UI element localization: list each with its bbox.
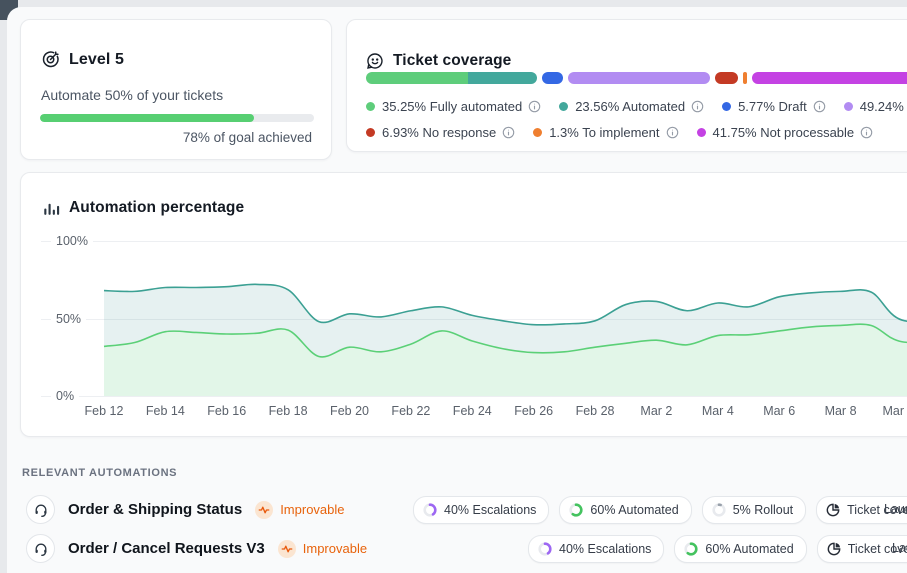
legend-label: 49.24% Escalated [859,99,907,114]
info-icon[interactable] [691,100,704,113]
legend-item: 35.25% Fully automated [366,99,541,114]
legend-label: 6.93% No response [382,125,497,140]
legend-dot [533,128,543,137]
automation-chart-card: Automation percentage 100% 50% 0% Feb 12 Feb… [20,172,907,437]
info-icon[interactable] [860,126,873,139]
legend-item: 5.77% Draft [722,99,826,114]
automation-chart-plot[interactable]: 100% 50% 0% Feb 12 Feb 14 Feb 16 Feb 18 Feb 20 F… [21,173,907,436]
metric-pill-60-automated[interactable]: 60% Automated [559,496,692,524]
improvable-label: Improvable [280,502,345,517]
legend-label: 23.56% Automated [575,99,686,114]
info-icon[interactable] [666,126,679,139]
pie-chart-icon [827,542,841,556]
chat-smiley-icon [366,52,384,70]
pulse-icon [255,500,274,519]
legend-dot [559,102,569,111]
legend-dot [843,102,853,111]
legend-label: 1.3% To implement [549,125,660,140]
chart-area-svg [103,283,907,396]
info-icon[interactable] [502,126,515,139]
legend-item: 6.93% No response [366,125,515,140]
goal-progress-bar [40,114,314,122]
pill-label: 60% Automated [705,542,794,556]
metric-pill-40-escalations[interactable]: 40% Escalations [528,535,665,563]
progress-ring-icon [684,542,699,556]
legend-dot [366,128,375,137]
legend-item: 23.56% Automated [559,99,704,114]
progress-ring-icon [712,503,726,517]
pill-label: 5% Rollout [732,503,794,517]
pulse-icon [277,539,296,558]
ticket-coverage-title: Ticket coverage [393,52,512,69]
coverage-segment-escalated[interactable] [568,72,710,84]
automation-row[interactable]: Order / Cancel Requests V3 Improvable [26,534,367,563]
progress-ring-icon [423,503,437,517]
info-icon[interactable] [528,100,541,113]
automation-name[interactable]: Order / Cancel Requests V3 [68,540,265,557]
coverage-segment-draft[interactable] [542,72,563,84]
pill-label: 40% Escalations [559,542,652,556]
coverage-segment-fully-automated[interactable] [366,72,468,84]
level-subtitle: Automate 50% of your tickets [41,87,224,103]
headset-icon [33,502,49,518]
info-icon[interactable] [813,100,826,113]
legend-item: 41.75% Not processable [696,125,874,140]
goal-target-icon [41,50,60,69]
improvable-badge: Improvable [255,500,345,519]
level-title: Level 5 [69,50,124,68]
dashboard-screen: Level 5 Automate 50% of your tickets 78%… [0,0,907,573]
automation-pill-row: 40% Escalations 60% Automated 5% Rollout Ti… [413,496,907,524]
metric-pill-40-escalations[interactable]: 40% Escalations [413,496,550,524]
legend-dot [722,102,732,111]
pill-label: 40% Escalations [444,503,537,517]
legend-item: 49.24% Escalated [843,99,907,114]
automation-avatar [26,495,55,524]
coverage-segment-not-processable[interactable] [752,72,907,84]
automation-row[interactable]: Order & Shipping Status Improvable [26,495,345,524]
coverage-legend-row-2: 6.93% No response 1.3% To implement 41.75%… [366,125,873,140]
coverage-segment-automated[interactable] [468,72,537,84]
goal-progress-fill [40,114,254,122]
automation-name[interactable]: Order & Shipping Status [68,501,242,518]
progress-ring-icon [538,542,552,556]
legend-dot [366,102,375,111]
pill-label: 60% Automated [590,503,679,517]
coverage-segment-no-response[interactable] [715,72,738,84]
coverage-segment-to-implement[interactable] [743,72,747,84]
legend-label: 35.25% Fully automated [382,99,523,114]
legend-label: 5.77% Draft [738,99,807,114]
coverage-segmented-bar [366,72,907,84]
legend-dot [696,128,706,137]
headset-icon [33,541,49,557]
improvable-badge: Improvable [277,539,368,558]
coverage-legend-row-1: 35.25% Fully automated 23.56% Automated 5.… [366,99,907,114]
automation-avatar [26,534,55,563]
launched-status-label: Launched [884,502,907,516]
automation-pill-row: 40% Escalations60% AutomatedTicket cover… [528,535,907,563]
metric-pill-60-automated[interactable]: 60% Automated [674,535,807,563]
relevant-automations-header: RELEVANT AUTOMATIONS [22,467,178,479]
ticket-coverage-card: Ticket coverage 35.25% Fully automated 23… [346,19,907,152]
pie-chart-icon [826,503,840,517]
legend-item: 1.3% To implement [533,125,678,140]
legend-label: 41.75% Not processable [712,125,855,140]
metric-pill-5-rollout[interactable]: 5% Rollout [701,496,807,524]
launched-status-label: Launched [892,541,907,555]
level-card: Level 5 Automate 50% of your tickets 78%… [20,19,332,160]
goal-progress-label: 78% of goal achieved [182,130,312,145]
progress-ring-icon [569,503,584,517]
improvable-label: Improvable [302,541,368,556]
